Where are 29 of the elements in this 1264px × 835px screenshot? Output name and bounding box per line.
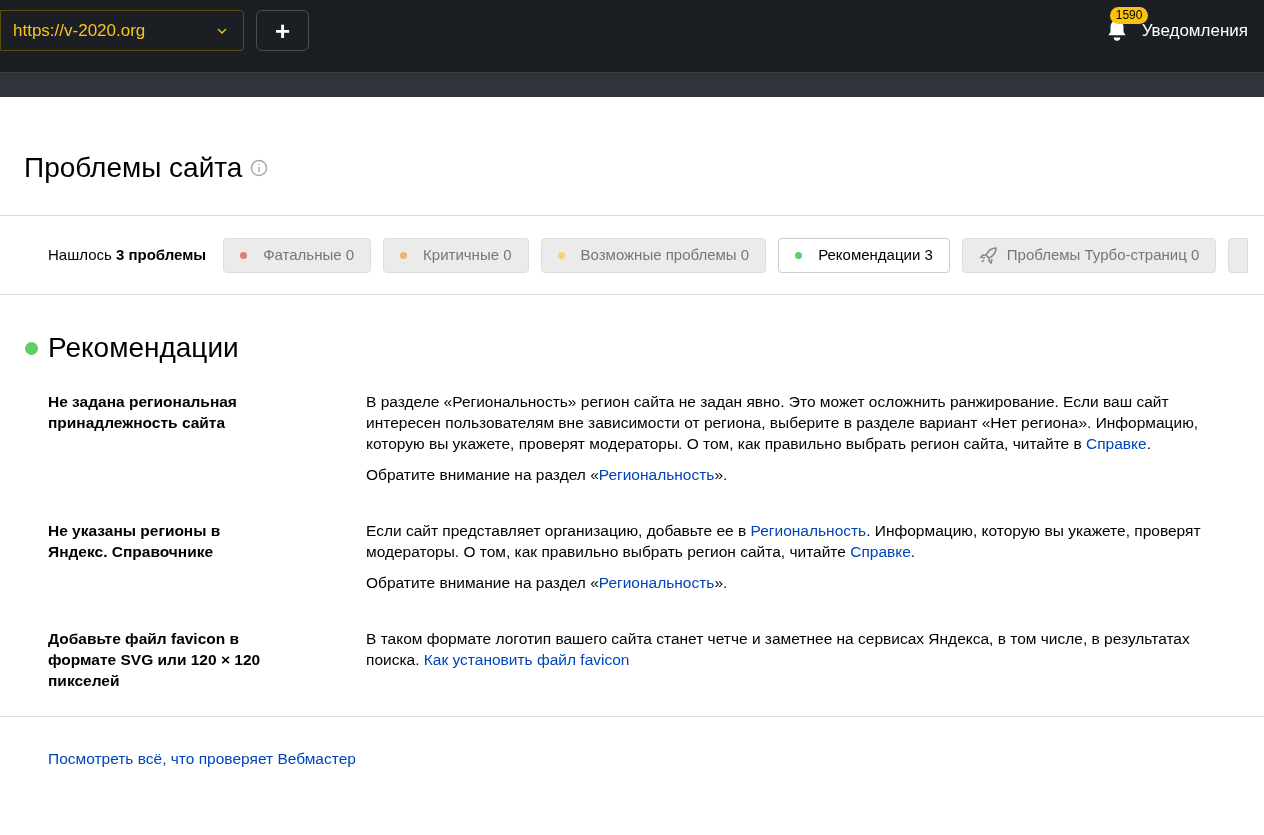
info-icon[interactable] — [250, 159, 269, 177]
webmaster-checks-link[interactable]: Посмотреть всё, что проверяет Вебмастер — [48, 750, 356, 767]
page-title: Проблемы сайта — [24, 151, 243, 185]
help-link[interactable]: Как установить файл favicon — [423, 651, 630, 668]
filter-button[interactable]: Критичные 0 — [383, 237, 529, 273]
problem-title: Не указаны регионы в Яндекс. Справочнике — [48, 521, 222, 562]
problem-description: В таком формате логотип вашего сайта станет четче и заметнее на сервисах Яндекса, в том числе, в результатах поиска. Как установить файл favicon — [366, 629, 1191, 670]
problem-title: Добавьте файл favicon в формате SVG или 120 × 120 пикселей — [48, 629, 262, 691]
problem-description: В разделе «Региональность» регион сайта не задан явно. Это может осложнить ранжирование. Если ваш сайт интересен пользователям вне зависимости от региона, выберите в разделе вариант «Нет региона». Информацию, которую вы укажете, проверят модераторы. О том, как правильно выбрать регион сайта, читайте в Справке. — [366, 392, 1200, 454]
notification-badge: 1590 — [1109, 7, 1149, 24]
problem-description: Если сайт представляет организацию, добавьте ее в Региональность. Информацию, которую вы укажете, проверят модераторы. О том, как правильно выбрать регион сайта, читайте Справке. — [366, 521, 1202, 562]
problem-title: Не задана региональная принадлежность сайта — [48, 392, 238, 433]
help-link[interactable]: Региональность — [598, 466, 715, 483]
problem-description: Обратите внимание на раздел «Региональность». — [366, 465, 729, 485]
help-link[interactable]: Региональность — [598, 574, 715, 591]
help-link[interactable]: Справке — [850, 543, 911, 560]
site-select[interactable]: https://v-2020.org — [0, 10, 244, 51]
problem-description: Обратите внимание на раздел «Региональность». — [366, 573, 729, 593]
section-title: Рекомендации — [48, 331, 239, 365]
rocket-icon — [978, 245, 999, 265]
help-link[interactable]: Справке — [1086, 435, 1147, 452]
chevron-down-icon — [217, 27, 227, 34]
filter-button[interactable]: Рекомендации 3 — [778, 237, 950, 273]
filter-button[interactable]: Возможные проблемы 0 — [540, 237, 767, 273]
filter-button[interactable]: Фатальные 0 — [223, 237, 372, 273]
filter-button[interactable]: Проблемы Турбо-страниц 0 — [961, 237, 1217, 273]
problems-count: Нашлось 3 проблемы — [48, 244, 207, 265]
filter-button[interactable] — [1228, 237, 1249, 273]
add-button[interactable]: + — [256, 10, 309, 51]
